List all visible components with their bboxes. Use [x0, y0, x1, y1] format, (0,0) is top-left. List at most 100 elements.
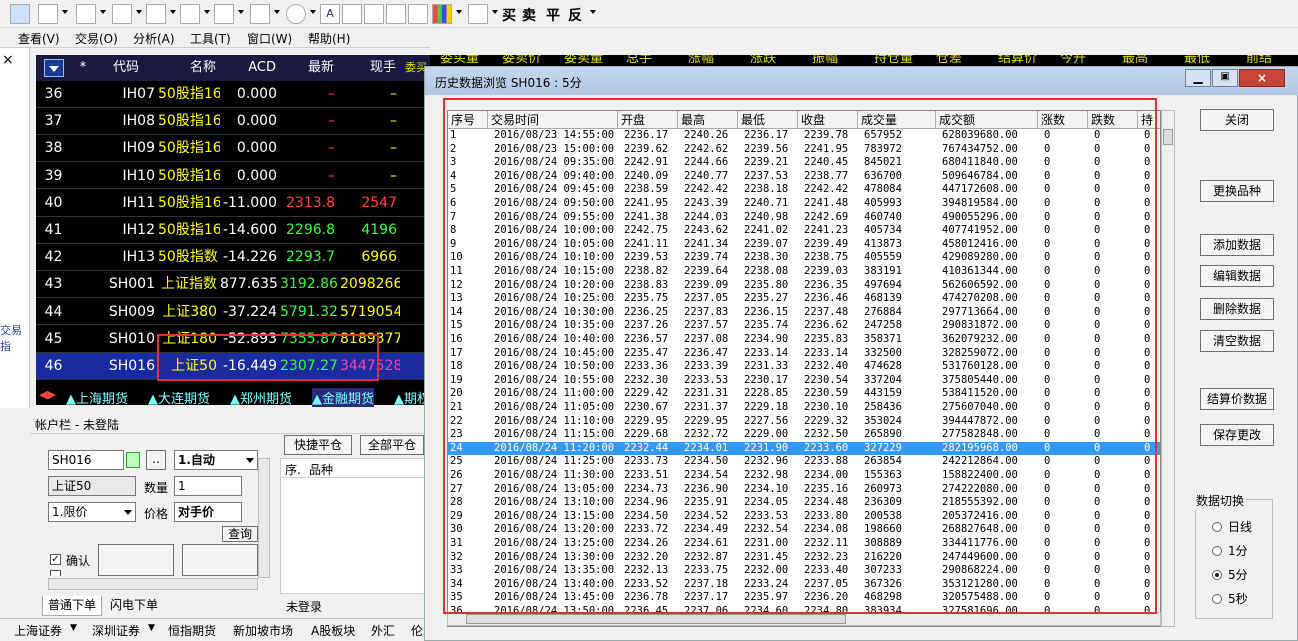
account-titlebar: 帐户栏 - 未登陆	[30, 412, 430, 434]
header-acd[interactable]: ACD	[220, 55, 280, 81]
row-name: 50股指161	[158, 222, 220, 238]
hedge-checkbox[interactable]	[50, 570, 61, 576]
tab-sgx[interactable]: 新加坡市场	[233, 622, 293, 639]
header-more-col: 涨幅	[688, 55, 715, 66]
left-link[interactable]: 交易指	[0, 322, 29, 354]
price-type-select[interactable]: 1.限价	[48, 502, 136, 522]
clear-data-button[interactable]: 清空数据	[1200, 330, 1274, 352]
tab-normal-order[interactable]: 普通下单	[42, 596, 102, 616]
color-grid-icon[interactable]	[432, 4, 452, 24]
line-tool-icon[interactable]	[38, 4, 58, 24]
text-tool-icon[interactable]	[76, 4, 96, 24]
query-button[interactable]: 查询	[222, 526, 258, 542]
close-position-button[interactable]: 平	[546, 5, 560, 25]
sell-order-button[interactable]	[182, 544, 258, 576]
row-last: 3192.86	[280, 276, 338, 293]
tab-dalian-futures[interactable]: ▲大连期货	[148, 388, 210, 407]
delete-icon[interactable]	[364, 4, 384, 24]
switch-radio[interactable]	[1212, 522, 1222, 532]
history-h-scrollbar[interactable]	[447, 612, 1161, 626]
history-v-scrollbar[interactable]	[1161, 110, 1175, 627]
save-changes-button[interactable]: 保存更改	[1200, 424, 1274, 446]
rect-tool-icon[interactable]	[250, 4, 270, 24]
menu-window[interactable]: 窗口(W)	[247, 30, 292, 47]
buy-order-button[interactable]	[98, 544, 174, 576]
browse-button[interactable]: ..	[146, 450, 166, 470]
name-field: 上证50	[48, 476, 136, 496]
fib-tool-icon[interactable]	[180, 4, 200, 24]
menu-tools[interactable]: 工具(T)	[190, 30, 231, 47]
quote-row[interactable]: 39 IH1050股指161 0.000 – –	[36, 163, 430, 190]
quote-row[interactable]: 41 IH1250股指161-14.600 2296.8 4196	[36, 217, 430, 244]
tab-flash-order[interactable]: 闪电下单	[104, 596, 164, 616]
row-volume: –	[390, 167, 397, 184]
header-volume[interactable]: 现手	[340, 55, 400, 81]
menu-view[interactable]: 查看(V)	[18, 30, 60, 47]
switch-radio[interactable]	[1212, 570, 1222, 580]
switch-radio[interactable]	[1212, 594, 1222, 604]
circle-tool-icon[interactable]	[286, 4, 306, 24]
minimize-icon[interactable]: ▁	[1185, 69, 1211, 87]
quote-row[interactable]: 38 IH0950股指160 0.000 – –	[36, 135, 430, 163]
tab-prev-icon[interactable]: ◀▶	[39, 388, 56, 401]
settlement-data-button[interactable]: 结算价数据	[1200, 388, 1274, 410]
lock-icon[interactable]	[126, 452, 140, 468]
row-acd: 0.000	[236, 167, 277, 184]
close-all-button[interactable]: 全部平仓	[360, 435, 424, 455]
pen-icon[interactable]	[468, 4, 488, 24]
tab-london[interactable]: 伦	[411, 622, 423, 639]
close-icon[interactable]: ×	[2, 52, 14, 68]
maximize-icon[interactable]: ▣	[1212, 69, 1238, 87]
menu-help[interactable]: 帮助(H)	[308, 30, 350, 47]
edit-data-button[interactable]: 编辑数据	[1200, 265, 1274, 287]
sell-button[interactable]: 卖	[522, 5, 536, 25]
menu-trade[interactable]: 交易(O)	[75, 30, 118, 47]
delete-data-button[interactable]: 删除数据	[1200, 298, 1274, 320]
quote-row[interactable]: 37 IH0850股指160 0.000 – –	[36, 108, 430, 135]
fan-tool-icon[interactable]	[146, 4, 166, 24]
row-acd: -37.224	[222, 303, 277, 320]
channel-tool-icon[interactable]	[214, 4, 234, 24]
switch-radio[interactable]	[1212, 546, 1222, 556]
tab-hsi-futures[interactable]: 恒指期货	[168, 622, 216, 639]
text-a-icon[interactable]: A	[320, 4, 340, 24]
quote-row[interactable]: 44 SH009 上证380 -37.224 5791.32 5719054	[36, 299, 430, 326]
clear-icon[interactable]	[408, 4, 428, 24]
dropdown-icon[interactable]	[44, 59, 64, 77]
tab-forex[interactable]: 外汇	[371, 622, 395, 639]
scrollbar[interactable]	[258, 458, 270, 578]
tab-financial-futures[interactable]: ▲金融期货	[312, 388, 375, 407]
quote-row[interactable]: 43 SH001 上证指数 877.635 3192.86 2098266	[36, 271, 430, 299]
header-last[interactable]: 最新	[280, 55, 340, 81]
add-data-button[interactable]: 添加数据	[1200, 234, 1274, 256]
tab-a-share-sectors[interactable]: A股板块	[311, 622, 355, 639]
close-icon[interactable]: ×	[1239, 69, 1285, 87]
qty-input[interactable]: 1	[174, 476, 242, 496]
quote-row[interactable]: 36 IH0750股指160 0.000 – –	[36, 81, 430, 108]
buy-button[interactable]: 买	[502, 5, 516, 25]
quote-row[interactable]: 40 IH1150股指161-11.000 2313.8 2547	[36, 190, 430, 217]
quote-row[interactable]: 42 IH13 50股指数 -14.226 2293.7 6966	[36, 244, 430, 271]
header-name[interactable]: 名称	[158, 55, 220, 81]
tab-shanghai-futures[interactable]: ▲上海期货	[66, 388, 128, 407]
switch-label: 5秒	[1228, 592, 1248, 606]
close-button[interactable]: 关闭	[1200, 109, 1274, 131]
code-input[interactable]: SH016	[48, 450, 124, 470]
row-index: 44	[44, 303, 63, 320]
tab-zhengzhou-futures[interactable]: ▲郑州期货	[230, 388, 292, 407]
reverse-button[interactable]: 反	[568, 5, 582, 25]
header-code[interactable]: 代码	[94, 55, 158, 81]
copy-icon[interactable]	[342, 4, 362, 24]
tab-sh-stocks[interactable]: 上海证券	[14, 622, 62, 639]
price-input[interactable]: 对手价	[174, 502, 242, 522]
quick-close-button[interactable]: 快捷平仓	[284, 435, 352, 455]
menu-analysis[interactable]: 分析(A)	[133, 30, 175, 47]
confirm-checkbox[interactable]: ✓	[50, 554, 61, 565]
draw-tool-icon[interactable]	[10, 4, 30, 24]
change-product-button[interactable]: 更换品种	[1200, 180, 1274, 202]
row-volume: 4196	[361, 222, 397, 238]
tab-sz-stocks[interactable]: 深圳证券	[92, 622, 140, 639]
eraser-icon[interactable]	[386, 4, 406, 24]
bar-tool-icon[interactable]	[112, 4, 132, 24]
h-scrollbar[interactable]	[48, 578, 258, 590]
